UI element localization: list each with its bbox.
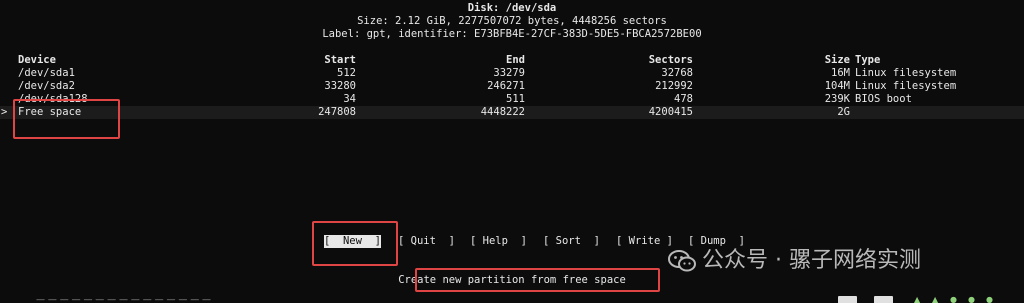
end-sector: 33279 [493,67,525,79]
cropped-button-2[interactable] [874,296,893,303]
disk-title: Disk: /dev/sda [467,2,557,14]
wechat-icon [668,250,696,272]
watermark-text: 公众号 · 骡子网络实测 [702,248,921,273]
cropped-button-1[interactable] [838,296,857,303]
help-button[interactable]: [ Help ] [470,235,527,248]
device-name: /dev/sda128 [18,93,88,105]
device-name: Free space [18,106,82,118]
start-sector: 512 [337,67,356,79]
column-header-sectors: Sectors [648,54,693,66]
disk-label-info: Label: gpt, identifier: E73BFB4E-27CF-38… [322,28,702,40]
device-name: /dev/sda2 [18,80,75,92]
disk-size-info: Size: 2.12 GiB, 2277507072 bytes, 444825… [357,15,667,27]
partition-size: 16M [831,67,850,79]
column-header-start: Start [324,54,356,66]
column-header-device: Device [18,54,56,66]
partition-type: Linux filesystem [855,80,957,92]
status-icon: ▲ [914,295,921,303]
sort-button[interactable]: [ Sort ] [543,235,600,248]
dump-label: Dump [700,235,726,247]
table-row-sda128[interactable]: /dev/sda128 34 511 478 239K BIOS boot [0,93,1024,106]
help-label: Help [482,235,508,247]
device-name: /dev/sda1 [18,67,75,79]
column-header-end: End [506,54,525,66]
new-label: New [342,235,362,247]
start-sector: 33280 [324,80,356,92]
table-row-free-space[interactable]: > Free space 247808 4448222 4200415 2G [0,106,1024,119]
selection-marker: > [1,106,8,118]
end-sector: 4448222 [480,106,525,118]
column-header-type: Type [855,54,881,66]
end-sector: 511 [506,93,525,105]
sector-count: 212992 [655,80,693,92]
quit-label: Quit [410,235,436,247]
cropped-status-text: — — — — — — — — — — — — — — — [36,295,212,303]
start-sector: 247808 [318,106,356,118]
sector-count: 32768 [661,67,693,79]
partition-size: 2G [837,106,850,118]
new-button[interactable]: [ New ] [324,235,381,248]
start-sector: 34 [343,93,356,105]
status-icon: ● [950,295,957,303]
end-sector: 246271 [487,80,525,92]
sector-count: 478 [674,93,693,105]
sort-label: Sort [555,235,581,247]
quit-button[interactable]: [ Quit ] [398,235,455,248]
column-header-size: Size [824,54,850,66]
status-icon: ▲ [932,295,939,303]
status-icon: ● [968,295,975,303]
sector-count: 4200415 [648,106,693,118]
partition-type: BIOS boot [855,93,912,105]
action-hint: Create new partition from free space [398,274,626,286]
status-icon: ● [986,295,993,303]
write-button[interactable]: [ Write ] [616,235,673,248]
watermark: 公众号 · 骡子网络实测 [668,247,921,275]
cfdisk-terminal: Disk: /dev/sda Size: 2.12 GiB, 227750707… [0,0,1024,303]
table-row-sda2[interactable]: /dev/sda2 33280 246271 212992 104M Linux… [0,80,1024,93]
write-label: Write [628,235,661,247]
cropped-status-strip: — — — — — — — — — — — — — — — ▲ ▲ ● ● ● [0,294,1024,303]
partition-type: Linux filesystem [855,67,957,79]
partition-size: 104M [824,80,850,92]
partition-size: 239K [824,93,850,105]
table-header: Device Start End Sectors Size Type [0,54,1024,67]
table-row-sda1[interactable]: /dev/sda1 512 33279 32768 16M Linux file… [0,67,1024,80]
